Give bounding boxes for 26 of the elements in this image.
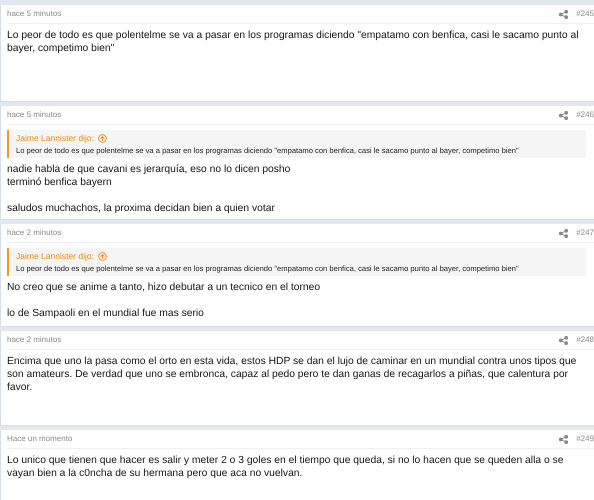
post-text: Lo unico que tienen que hacer es salir y meter 2 o 3 goles en el tiempo que queda, si no lo hacen que se queden alla o se vayan bien a la c0ncha de su hermana pero que aca no vuelvan. (7, 454, 564, 480)
post-time: hace 2 minutos (7, 227, 62, 239)
share-icon[interactable] (559, 10, 568, 18)
share-icon[interactable] (559, 110, 568, 120)
quote-author: Jaime Lannister dijo: (16, 250, 94, 262)
post-time: hace 5 minutos (7, 109, 62, 121)
jump-up-icon[interactable] (98, 252, 107, 260)
post-number[interactable]: #245 (576, 8, 594, 20)
post-time: Hace un momento (7, 433, 72, 445)
post-text: lo de Sampaoli en el mundial fue mas serio (7, 307, 205, 320)
quote-author: Jaime Lannister dijo: (16, 132, 94, 144)
post-number[interactable]: #246 (576, 109, 594, 121)
post-time: hace 2 minutos (7, 334, 62, 346)
post-text: Lo peor de todo es que polentelme se va a pasar en los programas diciendo "empatamo con benfica, casi le sacamo punto al bayer, competimo bien" (7, 29, 580, 55)
post-number[interactable]: #247 (576, 227, 594, 239)
post-text: Encima que uno la pasa como el orto en esta vida, estos HDP se dan el lujo de caminar en un mundial contra unos tipos que son amateurs. De verdad que uno se embronca, capaz al pedo pero te dan ganas de recagarlos a piñas, que calentura por favor. (7, 355, 578, 394)
post-text: saludos muchachos, la proxima decidan bien a quien votar (7, 202, 276, 215)
share-icon[interactable] (559, 434, 568, 444)
share-icon[interactable] (559, 336, 568, 344)
jump-up-icon[interactable] (98, 134, 107, 142)
post-number[interactable]: #248 (576, 334, 594, 346)
post-number[interactable]: #249 (576, 433, 594, 445)
post-text: nadie habla de que cavani es jerarquía, eso no lo dicen posho terminó benfica bayern (7, 163, 292, 189)
post-time: hace 5 minutos (7, 8, 62, 20)
post-text: No creo que se anime a tanto, hizo debutar a un tecnico en el torneo (7, 281, 322, 294)
share-icon[interactable] (559, 228, 568, 238)
